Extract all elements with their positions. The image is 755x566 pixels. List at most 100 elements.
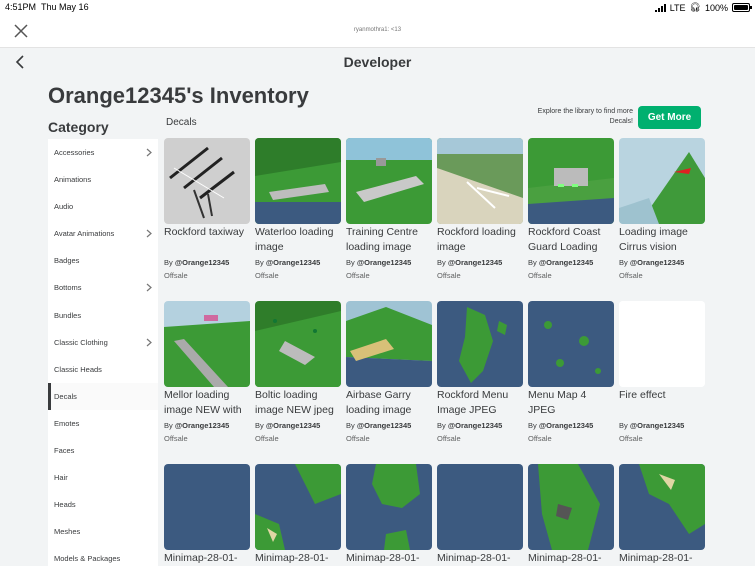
item-name[interactable]: Minimap-28-01- [619, 551, 705, 566]
creator-prefix: By [437, 258, 446, 267]
creator-link[interactable]: @Orange12345 [448, 258, 502, 267]
item-thumbnail[interactable] [437, 138, 523, 224]
sidebar-item-accessories[interactable]: Accessories [48, 139, 158, 166]
sidebar-item-bundles[interactable]: Bundles [48, 302, 158, 329]
item-name[interactable]: Loading image Cirrus vision [619, 225, 705, 255]
item-name[interactable]: Training Centre loading image [346, 225, 432, 255]
get-more-button[interactable]: Get More [638, 106, 701, 129]
sidebar-item-faces[interactable]: Faces [48, 437, 158, 464]
item-thumbnail[interactable] [255, 301, 341, 387]
item-name[interactable]: Minimap-28-01- [164, 551, 250, 566]
item-thumbnail[interactable] [619, 464, 705, 550]
item-name[interactable]: Rockford Coast Guard Loading [528, 225, 614, 255]
item-card[interactable]: Minimap-28-01- [619, 464, 705, 566]
sidebar-item-bottoms[interactable]: Bottoms [48, 274, 158, 301]
nav-bar: Developer [0, 48, 755, 76]
item-card[interactable]: Minimap-28-01- [164, 464, 250, 566]
item-thumbnail[interactable] [619, 138, 705, 224]
item-card[interactable]: Minimap-28-01- [255, 464, 341, 566]
creator-link[interactable]: @Orange12345 [630, 258, 684, 267]
item-card[interactable]: Waterloo loading image By @Orange12345 Off… [255, 138, 341, 282]
item-price: Offsale [255, 271, 279, 280]
item-creator: By @Orange12345 [346, 257, 432, 269]
creator-link[interactable]: @Orange12345 [630, 421, 684, 430]
item-name[interactable]: Rockford taxiway [164, 225, 250, 255]
creator-link[interactable]: @Orange12345 [175, 421, 229, 430]
creator-prefix: By [255, 421, 264, 430]
item-name[interactable]: Minimap-28-01- [255, 551, 341, 566]
item-card[interactable]: Mellor loading image NEW with By @Orange1… [164, 301, 250, 445]
sidebar-item-classic-clothing[interactable]: Classic Clothing [48, 329, 158, 356]
item-card[interactable]: Minimap-28-01- [437, 464, 523, 566]
item-price: Offsale [437, 271, 461, 280]
creator-prefix: By [346, 421, 355, 430]
item-card[interactable]: Rockford taxiway By @Orange12345 Offsale [164, 138, 250, 282]
item-thumbnail[interactable] [528, 138, 614, 224]
item-thumbnail[interactable] [255, 138, 341, 224]
sidebar-item-decals[interactable]: Decals [48, 382, 158, 410]
chevron-right-icon [146, 329, 152, 356]
item-card[interactable]: Minimap-28-01- [346, 464, 432, 566]
item-name[interactable]: Rockford loading image [437, 225, 523, 255]
item-thumbnail[interactable] [346, 138, 432, 224]
creator-link[interactable]: @Orange12345 [266, 421, 320, 430]
item-name[interactable]: Fire effect [619, 388, 705, 418]
sidebar-item-hair[interactable]: Hair [48, 464, 158, 491]
item-thumbnail[interactable] [528, 301, 614, 387]
item-thumbnail[interactable] [164, 138, 250, 224]
item-card[interactable]: Airbase Garry loading image By @Orange123… [346, 301, 432, 445]
creator-prefix: By [164, 421, 173, 430]
creator-link[interactable]: @Orange12345 [357, 258, 411, 267]
item-thumbnail[interactable] [164, 464, 250, 550]
item-thumbnail[interactable] [255, 464, 341, 550]
item-name[interactable]: Boltic loading image NEW jpeg [255, 388, 341, 418]
creator-prefix: By [164, 258, 173, 267]
item-thumbnail[interactable] [346, 464, 432, 550]
item-name[interactable]: Minimap-28-01- [528, 551, 614, 566]
sidebar-item-animations[interactable]: Animations [48, 166, 158, 193]
creator-link[interactable]: @Orange12345 [357, 421, 411, 430]
item-name[interactable]: Rockford Menu Image JPEG [437, 388, 523, 418]
item-thumbnail[interactable] [346, 301, 432, 387]
sidebar-item-emotes[interactable]: Emotes [48, 410, 158, 437]
item-card[interactable]: Training Centre loading image By @Orange1… [346, 138, 432, 282]
item-name[interactable]: Airbase Garry loading image [346, 388, 432, 418]
chevron-right-icon [146, 220, 152, 247]
sidebar-item-audio[interactable]: Audio [48, 193, 158, 220]
creator-link[interactable]: @Orange12345 [266, 258, 320, 267]
sidebar-item-avatar-animations[interactable]: Avatar Animations [48, 220, 158, 247]
sidebar-item-models-packages[interactable]: Models & Packages [48, 545, 158, 566]
creator-link[interactable]: @Orange12345 [539, 421, 593, 430]
item-creator: By @Orange12345 [255, 257, 341, 269]
item-thumbnail[interactable] [164, 301, 250, 387]
item-card[interactable]: Rockford loading image By @Orange12345 Off… [437, 138, 523, 282]
item-name[interactable]: Mellor loading image NEW with [164, 388, 250, 418]
sidebar-item-classic-heads[interactable]: Classic Heads [48, 356, 158, 383]
item-card[interactable]: Rockford Coast Guard Loading By @Orange12… [528, 138, 614, 282]
item-thumbnail[interactable] [619, 301, 705, 387]
creator-link[interactable]: @Orange12345 [448, 421, 502, 430]
item-thumbnail[interactable] [437, 464, 523, 550]
item-name[interactable]: Menu Map 4 JPEG [528, 388, 614, 418]
sidebar-item-meshes[interactable]: Meshes [48, 518, 158, 545]
item-name[interactable]: Minimap-28-01- [437, 551, 523, 566]
item-name[interactable]: Minimap-28-01- [346, 551, 432, 566]
item-thumbnail[interactable] [528, 464, 614, 550]
sidebar-item-heads[interactable]: Heads [48, 491, 158, 518]
sidebar-item-label: Hair [54, 473, 68, 483]
sidebar-item-badges[interactable]: Badges [48, 247, 158, 274]
status-time: 4:51PM [5, 2, 37, 12]
creator-link[interactable]: @Orange12345 [175, 258, 229, 267]
item-card[interactable]: Menu Map 4 JPEG By @Orange12345 Offsale [528, 301, 614, 445]
sidebar-item-label: Classic Heads [54, 364, 102, 374]
item-thumbnail[interactable] [437, 301, 523, 387]
item-name[interactable]: Waterloo loading image [255, 225, 341, 255]
item-card[interactable]: Loading image Cirrus vision By @Orange123… [619, 138, 705, 282]
creator-link[interactable]: @Orange12345 [539, 258, 593, 267]
item-card[interactable]: Rockford Menu Image JPEG By @Orange12345 O… [437, 301, 523, 445]
sidebar-item-label: Badges [54, 256, 80, 266]
item-card[interactable]: Fire effect By @Orange12345 Offsale [619, 301, 705, 445]
item-card[interactable]: Boltic loading image NEW jpeg By @Orange1… [255, 301, 341, 445]
item-card[interactable]: Minimap-28-01- [528, 464, 614, 566]
creator-prefix: By [528, 258, 537, 267]
